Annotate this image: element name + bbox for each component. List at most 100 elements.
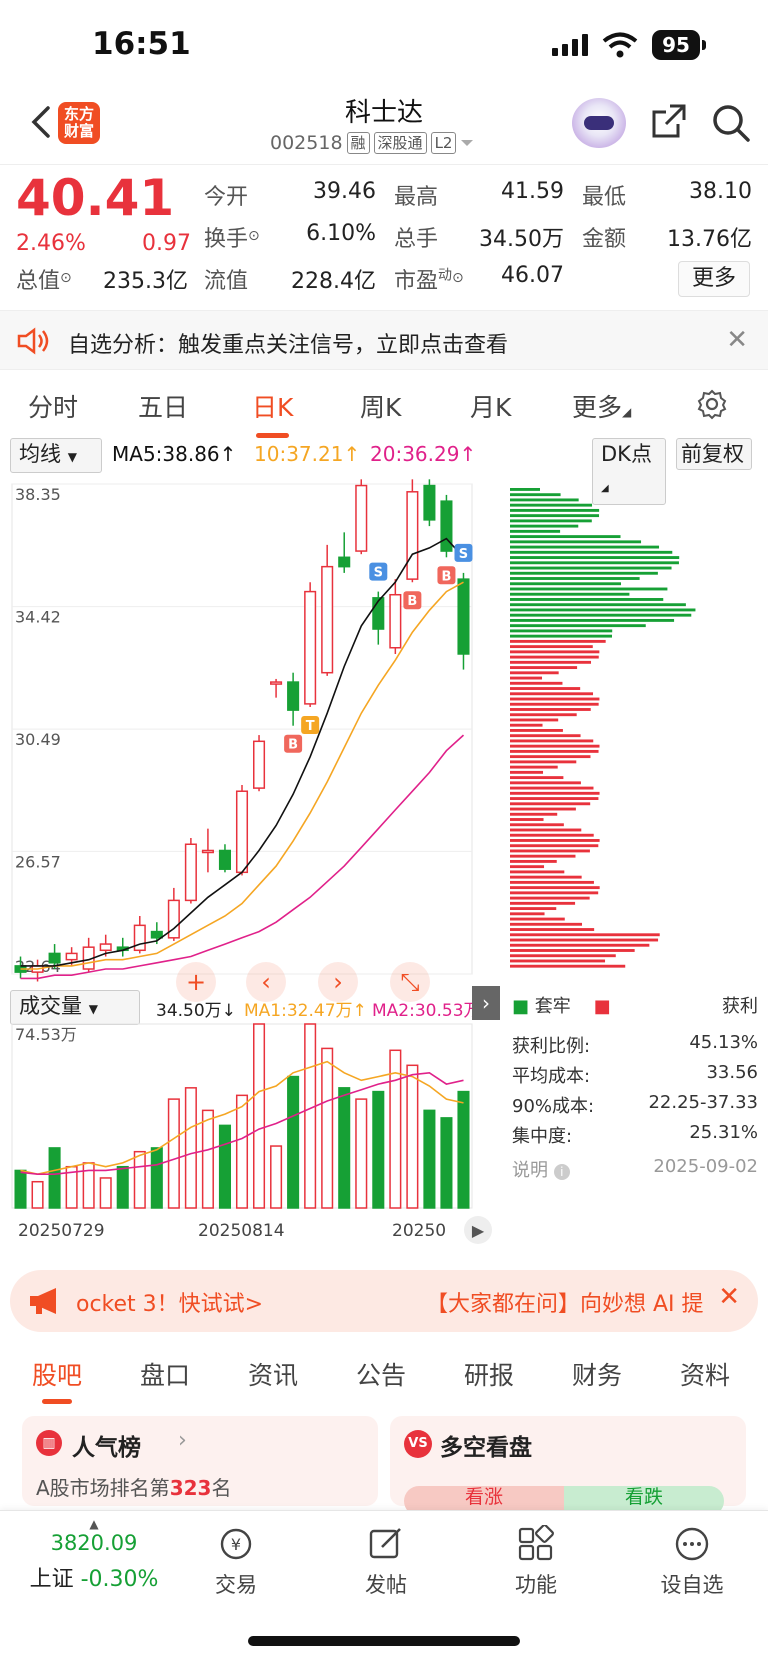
chip-bar [510,849,590,853]
chip-bar [510,561,679,565]
tab-intraday[interactable]: 分时 [28,388,78,424]
volume-bar [150,1147,163,1209]
bull-bear-card[interactable]: VS 多空看盘 看涨 看跌 [390,1416,746,1516]
nav-trade[interactable]: ¥ 交易 [186,1525,286,1599]
tab-research[interactable]: 研报 [464,1356,514,1392]
index-value: 3820.09 [50,1531,138,1555]
change-amount: 0.97 [142,231,191,256]
chip-bar [510,723,543,727]
last-price: 40.41 [16,169,175,227]
popularity-card[interactable]: ▥ 人气榜 › A股市场排名第323名 [22,1416,378,1506]
analysis-notice[interactable]: 自选分析：触发重点关注信号，立即点击查看 ✕ [0,310,768,370]
stat-row: 90%成本: 22.25-37.33 [512,1092,758,1117]
chip-bar [510,508,600,512]
stat-row: 获利比例: 45.13% [512,1032,758,1057]
chip-bar [510,676,543,680]
chip-bar [510,791,600,795]
chip-bar [510,692,594,696]
volume-bar [31,1180,44,1209]
candle-body [235,790,249,874]
quote-panel: 40.41 2.46% 0.97 今开 39.46 最高 41.59 最低 38… [0,164,768,308]
volume-bar [99,1177,112,1209]
tab-pankou[interactable]: 盘口 [140,1356,190,1392]
chip-bar [510,781,581,785]
stat-label-mktcap[interactable]: 总值⊙ [16,263,72,295]
candlestick-plot[interactable]: 38.3534.4230.4926.5722.64BTSBBS+‹›⤡ [0,474,768,1034]
promo-text-right: 【大家都在问】向妙想 AI 提 [426,1292,704,1317]
stat-label-pe[interactable]: 市盈动⊙ [394,263,464,295]
stat-value-float: 228.4亿 [291,269,376,294]
tag-l2: L2 [430,132,457,154]
info-icon: i [553,1164,570,1180]
close-icon[interactable]: ✕ [726,325,748,355]
stat-label-turnover[interactable]: 换手⊙ [204,221,260,253]
stat-value-pe: 46.07 [501,263,564,288]
volume-bar [321,1047,334,1209]
chip-note-row[interactable]: 说明 i 2025-09-02 [512,1156,758,1182]
chip-bar [510,886,600,890]
chip-bar [510,660,592,664]
candle-body [457,578,470,655]
chip-bar [510,959,606,963]
x-date-label: 20250814 [198,1221,285,1241]
candle-body [423,484,436,521]
info-dots-icon: ⊙ [60,270,72,286]
tab-guba[interactable]: 股吧 [32,1356,82,1404]
volume-plot[interactable]: 74.53万 20250729 20250814 20250 ▶ [0,1018,500,1264]
stock-header: 东方财富 科士达 002518 融 深股通 L2 [0,90,768,164]
chip-bar [510,854,576,858]
close-icon[interactable]: ✕ [718,1282,740,1312]
chip-bar [510,964,626,968]
x-date-label: 20250729 [18,1221,105,1241]
kline-chart-area[interactable]: 均线 ▼ MA5:38.86↑ 10:37.21↑ 20:36.29↑ DK点◢… [0,434,768,1264]
volume-bar [440,1117,453,1209]
chip-bar [510,839,600,842]
y-tick-label: 26.57 [15,852,61,871]
promo-ticker[interactable]: ocket 3！快试试> 【大家都在问】向妙想 AI 提 ✕ [10,1270,758,1332]
chip-bar [510,729,563,732]
adjust-select[interactable]: 前复权 [676,438,752,470]
tab-finance[interactable]: 财务 [572,1356,622,1392]
tab-weekly-k[interactable]: 周K [360,388,401,424]
tab-five-day[interactable]: 五日 [138,388,188,424]
ai-assistant-icon[interactable] [572,98,626,148]
chip-bar [510,938,659,942]
tab-profile[interactable]: 资料 [680,1356,730,1392]
chip-bar [510,603,686,607]
collapse-arrow-icon[interactable]: › [472,986,500,1020]
search-icon[interactable] [710,102,752,144]
tab-daily-k[interactable]: 日K [252,388,293,438]
period-tabs: 分时 五日 日K 周K 月K 更多◢ [0,372,768,438]
tab-monthly-k[interactable]: 月K [470,388,511,424]
volume-bar [406,1064,419,1209]
nav-add-watchlist[interactable]: 设自选 [642,1525,742,1599]
content-tabs: 股吧 盘口 资讯 公告 研报 财务 资料 [0,1344,768,1408]
chip-bar [510,577,640,580]
candle-body [253,740,266,789]
signal-icon [552,34,588,56]
nav-functions[interactable]: 功能 [486,1525,586,1599]
nav-post[interactable]: 发帖 [336,1525,436,1599]
chip-bar [510,592,630,596]
more-dots-icon [675,1527,709,1561]
chip-bar [510,514,600,518]
status-bar: 16:51 95 [0,0,768,90]
stat-label-low: 最低 [582,185,627,210]
chip-bar [510,786,594,790]
chip-bar [510,949,635,952]
candle-body [99,943,112,952]
share-icon[interactable] [648,102,688,142]
ma-indicator-select[interactable]: 均线 ▼ [10,438,102,473]
chip-bar [510,613,692,617]
index-ticker[interactable]: ▲ 3820.09 上证 -0.30% [24,1517,164,1593]
tab-news[interactable]: 资讯 [248,1356,298,1392]
tab-announcements[interactable]: 公告 [356,1356,406,1392]
chip-bar [510,634,612,638]
stock-code-line[interactable]: 002518 融 深股通 L2 [270,132,474,154]
candle-body [48,952,61,964]
tab-more[interactable]: 更多◢ [572,388,631,424]
chip-bar [510,503,593,507]
settings-gear-icon[interactable] [696,388,728,420]
more-stats-button[interactable]: 更多 [678,261,750,297]
corner-caret-icon: ◢ [622,405,632,419]
